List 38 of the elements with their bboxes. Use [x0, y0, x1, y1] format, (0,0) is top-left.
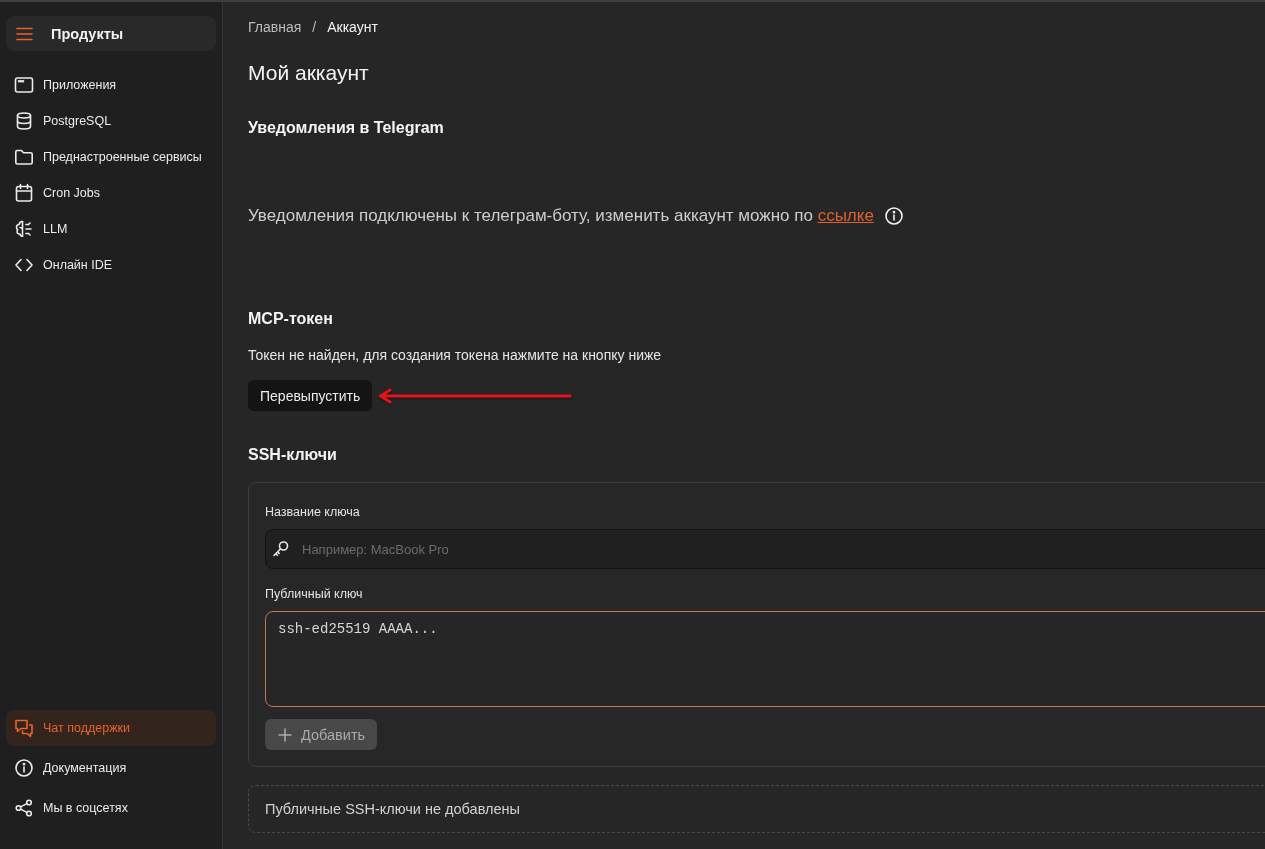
- sidebar-item[interactable]: Cron Jobs: [6, 175, 216, 211]
- sidebar-item[interactable]: Чат поддержки: [6, 710, 216, 746]
- sidebar-item[interactable]: Мы в соцсетях: [6, 790, 216, 826]
- info-icon: [883, 206, 904, 226]
- input-field[interactable]: Например: MacBook Pro: [265, 529, 1265, 569]
- section-heading: MCP-токен: [248, 309, 333, 329]
- window-icon: [14, 75, 34, 95]
- sidebar-header[interactable]: Продукты: [6, 16, 216, 51]
- info-icon: [14, 758, 34, 778]
- field-label: Публичный ключ: [265, 586, 363, 603]
- share-icon: [14, 798, 34, 818]
- page-title: Мой аккаунт: [248, 60, 369, 86]
- key-icon: [271, 539, 289, 559]
- calendar-icon: [14, 183, 34, 203]
- plus-icon: [277, 726, 293, 743]
- folder-icon: [14, 147, 34, 167]
- breadcrumb-item: Аккаунт: [327, 18, 378, 37]
- sidebar-item[interactable]: Приложения: [6, 67, 216, 103]
- sidebar-item[interactable]: PostgreSQL: [6, 103, 216, 139]
- textarea-field[interactable]: ssh-ed25519 AAAA...: [265, 611, 1265, 707]
- menu-icon: [16, 26, 33, 41]
- field-label: Название ключа: [265, 504, 360, 521]
- section-heading: SSH-ключи: [248, 445, 337, 465]
- database-icon: [14, 111, 34, 131]
- token-hint: Токен не найден, для создания токена нажмите на кнопку ниже: [248, 346, 662, 365]
- brain-icon: [14, 219, 34, 239]
- breadcrumb-separator: /: [312, 18, 317, 37]
- sidebar-item[interactable]: Документация: [6, 750, 216, 786]
- chat-icon: [14, 718, 34, 738]
- empty-state-text: Публичные SSH-ключи не добавлены: [265, 801, 520, 817]
- section-heading: Уведомления в Telegram: [248, 118, 444, 138]
- reissue-button[interactable]: Перевыпустить: [248, 380, 373, 411]
- account-link[interactable]: ссылке: [817, 206, 874, 225]
- sidebar-item[interactable]: Онлайн IDE: [6, 247, 216, 283]
- breadcrumb-item[interactable]: Главная: [248, 17, 302, 37]
- sidebar-item[interactable]: Преднастроенные сервисы: [6, 139, 216, 175]
- sidebar-item[interactable]: LLM: [6, 211, 216, 247]
- notification-text: Уведомления подключены к телеграм-боту, изменить аккаунт можно по ссылке: [248, 205, 874, 227]
